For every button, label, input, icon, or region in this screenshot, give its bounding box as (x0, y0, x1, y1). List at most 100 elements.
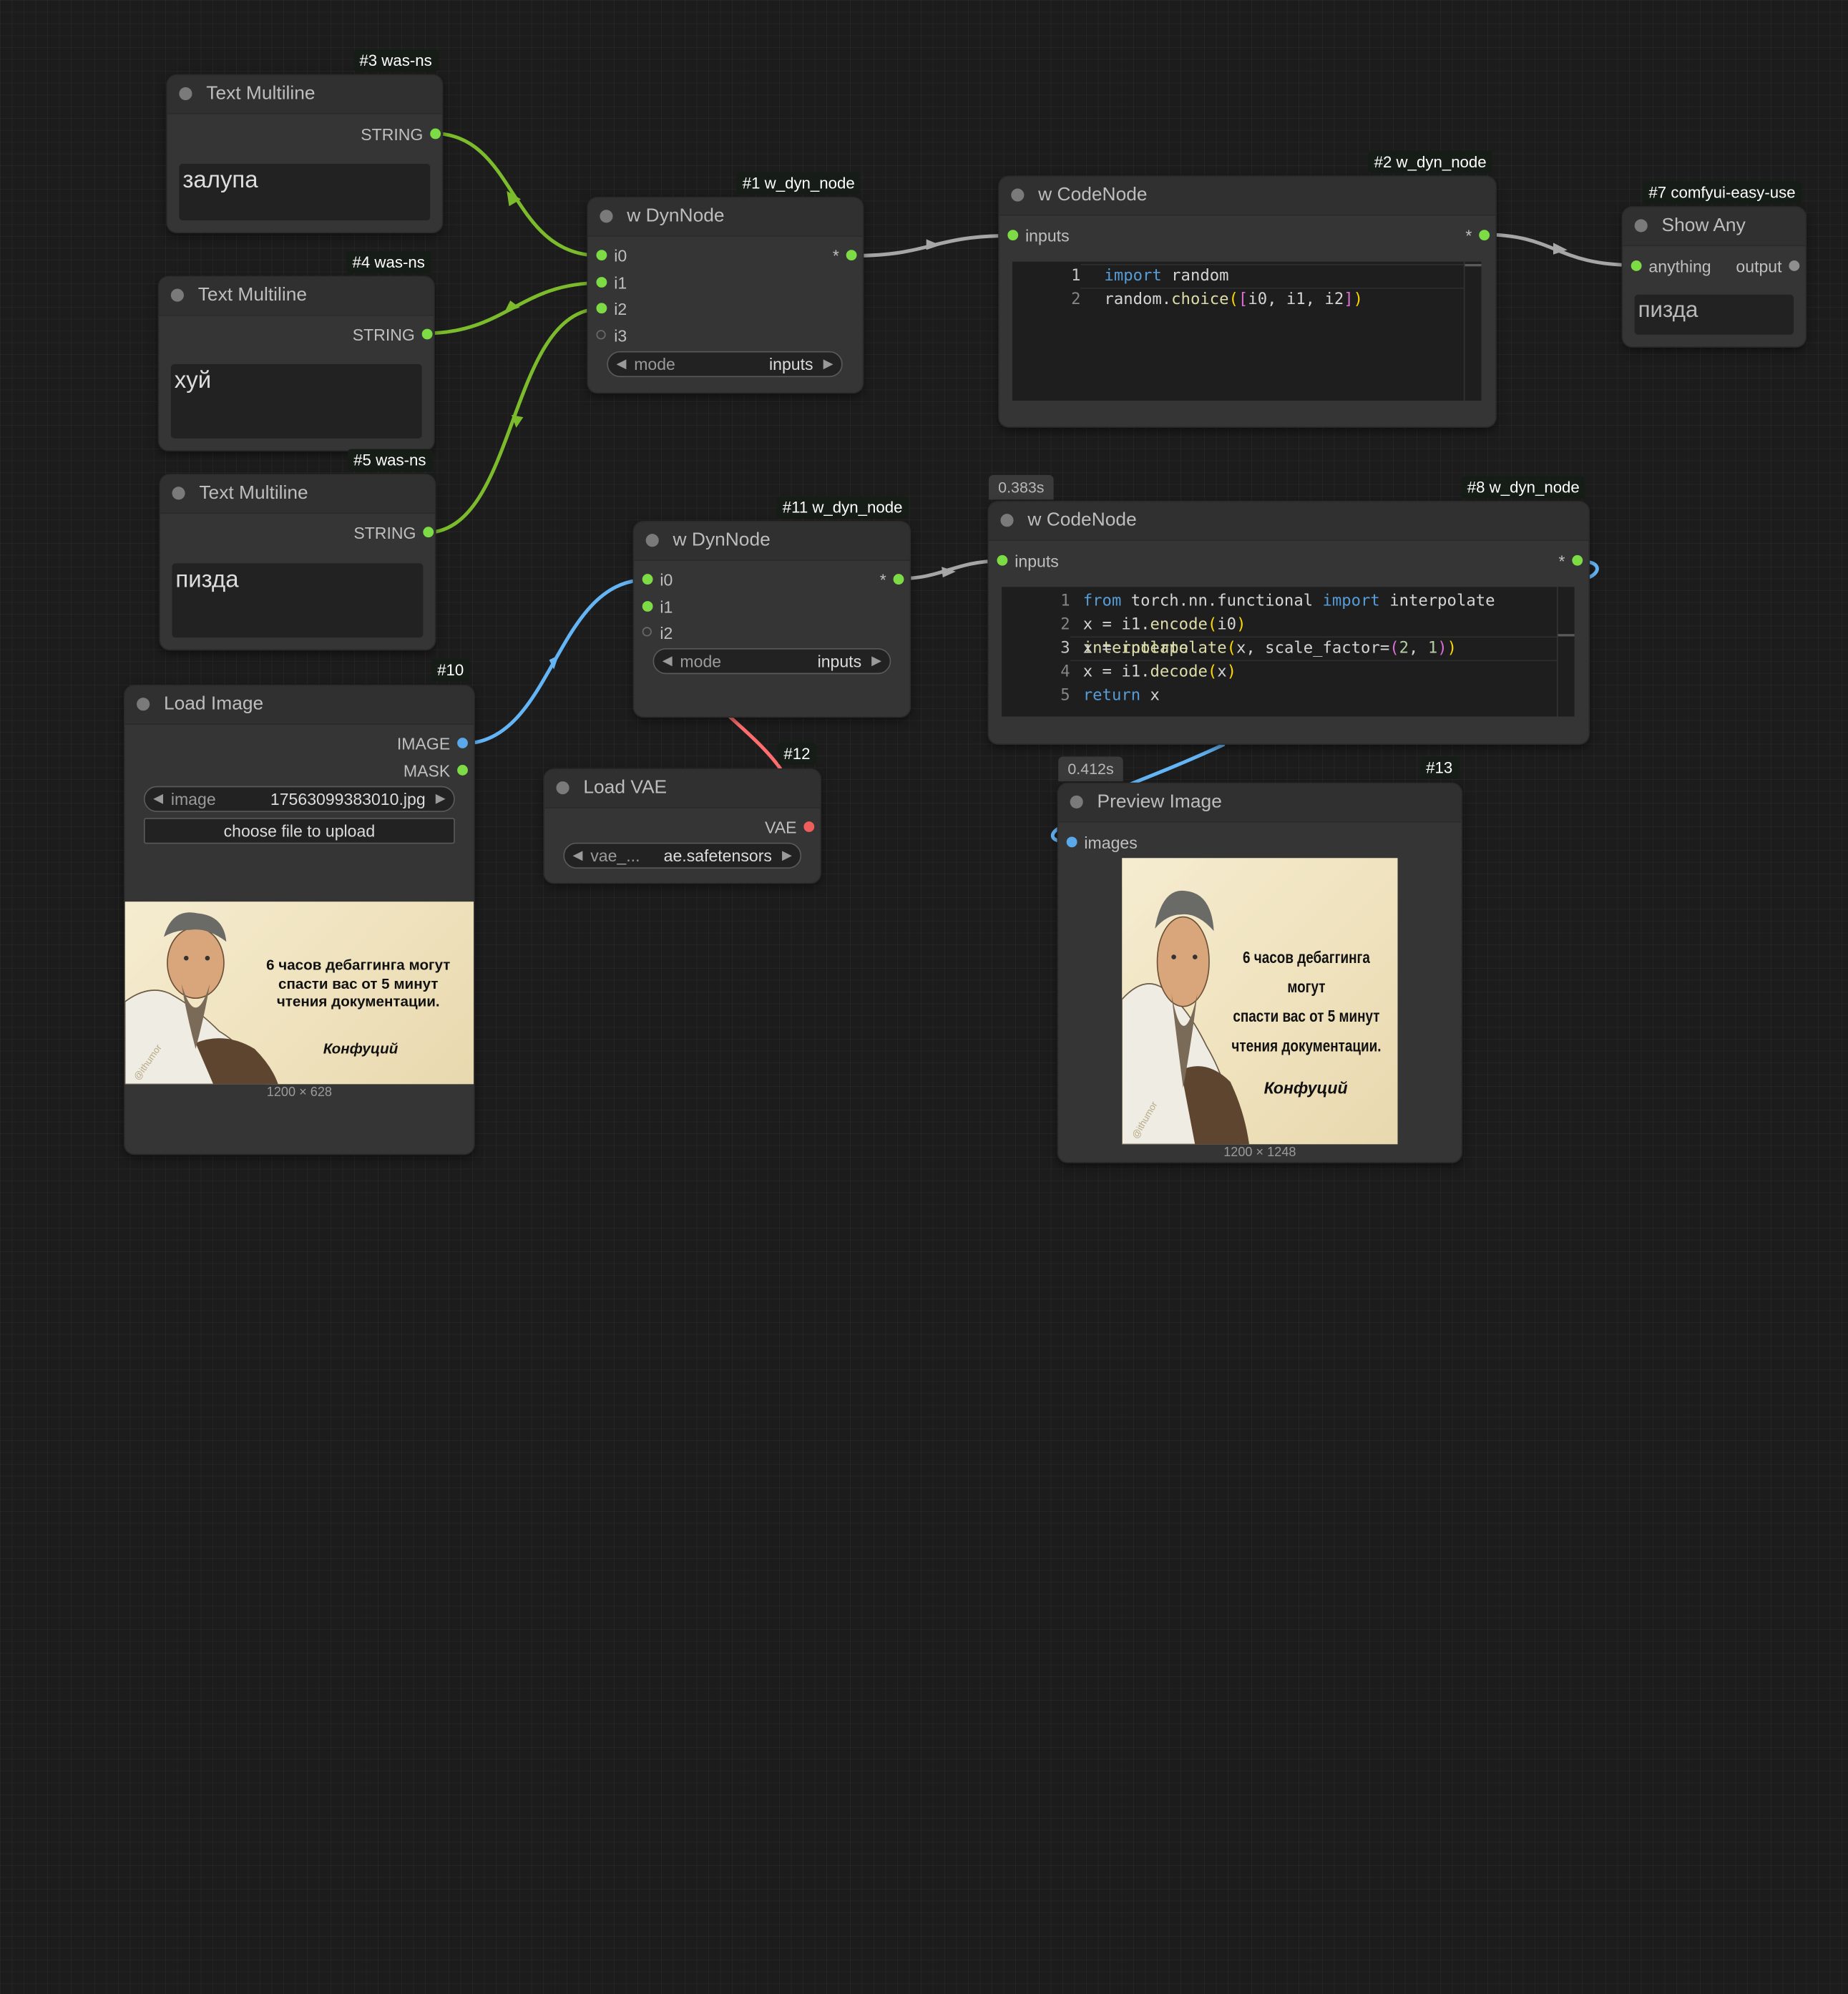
slot-dot-icon[interactable] (893, 574, 904, 585)
node-title[interactable]: Text Multiline (160, 474, 435, 514)
code-line[interactable]: import random (1104, 266, 1228, 285)
node-load-image-10[interactable]: Load Image IMAGE MASK ◀ image 1756309938… (124, 685, 474, 1154)
output-slot-any[interactable]: * (1558, 552, 1583, 570)
slot-dot-icon[interactable] (846, 250, 857, 261)
collapse-dot-icon[interactable] (170, 288, 184, 302)
slot-dot-icon[interactable] (1789, 260, 1800, 271)
input-slot-i1[interactable]: i1 (595, 273, 627, 293)
output-slot-string[interactable]: STRING (361, 125, 441, 144)
node-w-codenode-2[interactable]: w CodeNode inputs * 1 import random 2 ra… (999, 177, 1496, 427)
link-3-to-1[interactable] (429, 131, 603, 258)
node-title[interactable]: w CodeNode (999, 177, 1496, 216)
node-w-dynnode-1[interactable]: w DynNode i0 i1 i2 i3 * ◀ mode inputs ▶ (587, 197, 863, 393)
node-title[interactable]: Text Multiline (159, 277, 434, 316)
link-12-to-11[interactable] (726, 713, 782, 771)
input-slot-inputs[interactable]: inputs (1007, 226, 1070, 245)
arrow-left-icon[interactable]: ◀ (573, 847, 583, 863)
output-slot-mask[interactable]: MASK (404, 761, 469, 780)
collapse-dot-icon[interactable] (600, 210, 613, 223)
node-graph-canvas[interactable]: #3 was-ns Text Multiline STRING залупа #… (0, 0, 1848, 1994)
slot-dot-icon[interactable] (596, 277, 607, 288)
output-slot-output[interactable]: output (1736, 257, 1800, 275)
slot-dot-icon[interactable] (457, 765, 468, 776)
collapse-dot-icon[interactable] (556, 781, 569, 795)
code-line[interactable]: return x (1083, 686, 1160, 705)
code-line[interactable]: x = i1.encode(i0) (1083, 615, 1246, 634)
code-line[interactable]: x = i1.decode(x) (1083, 663, 1236, 681)
link-8-to-13-b[interactable] (1129, 743, 1226, 786)
slot-dot-icon[interactable] (596, 303, 607, 314)
collapse-dot-icon[interactable] (172, 487, 185, 500)
collapse-dot-icon[interactable] (137, 698, 150, 711)
text-multiline-field[interactable]: залупа (179, 163, 431, 221)
collapse-dot-icon[interactable] (1634, 219, 1648, 233)
code-editor[interactable]: 1 from torch.nn.functional import interp… (1002, 587, 1575, 717)
slot-dot-icon[interactable] (1007, 230, 1019, 241)
output-slot-vae[interactable]: VAE (765, 818, 816, 837)
slot-dot-icon[interactable] (642, 601, 653, 612)
text-multiline-field[interactable]: пизда (172, 563, 424, 638)
input-slot-images[interactable]: images (1065, 834, 1138, 852)
input-slot-i3[interactable]: i3 (595, 326, 627, 346)
editor-scrollbar[interactable] (1556, 587, 1575, 717)
input-slot-i0[interactable]: i0 (641, 570, 673, 590)
node-preview-image-13[interactable]: Preview Image images 6 часов дебаггинга … (1058, 783, 1462, 1163)
arrow-right-icon[interactable]: ▶ (871, 653, 881, 668)
node-title[interactable]: w DynNode (634, 522, 910, 562)
node-text-multiline-3[interactable]: Text Multiline STRING залупа (167, 75, 442, 233)
node-text-multiline-4[interactable]: Text Multiline STRING хуй (159, 277, 434, 451)
code-line[interactable]: random.choice([i0, i1, i2]) (1104, 290, 1363, 308)
code-line[interactable]: x = interpolate(x, scale_factor=(2, 1)) (1083, 639, 1457, 658)
node-title[interactable]: Text Multiline (167, 75, 442, 114)
output-slot-any[interactable]: * (880, 570, 905, 590)
slot-dot-icon[interactable] (1631, 260, 1642, 271)
collapse-dot-icon[interactable] (1011, 188, 1025, 202)
input-slot-i1[interactable]: i1 (641, 597, 673, 616)
input-slot-anything[interactable]: anything (1630, 257, 1711, 275)
node-show-any-7[interactable]: Show Any anything output пизда (1623, 207, 1806, 347)
node-title[interactable]: Load VAE (544, 769, 821, 808)
code-line[interactable]: from torch.nn.functional import interpol… (1083, 592, 1495, 610)
arrow-left-icon[interactable]: ◀ (616, 356, 626, 371)
mode-combo[interactable]: ◀ mode inputs ▶ (607, 351, 843, 378)
slot-dot-icon[interactable] (642, 627, 652, 637)
input-slot-i2[interactable]: i2 (641, 623, 673, 642)
mode-combo[interactable]: ◀ mode inputs ▶ (652, 647, 891, 675)
slot-dot-icon[interactable] (430, 128, 441, 140)
slot-dot-icon[interactable] (423, 527, 434, 538)
collapse-dot-icon[interactable] (645, 534, 659, 547)
choose-file-button[interactable]: choose file to upload (143, 818, 455, 844)
input-slot-i0[interactable]: i0 (595, 246, 627, 265)
slot-dot-icon[interactable] (596, 250, 607, 261)
node-title[interactable]: Show Any (1623, 207, 1806, 247)
node-title[interactable]: Load Image (124, 685, 474, 725)
arrow-right-icon[interactable]: ▶ (823, 356, 833, 371)
slot-dot-icon[interactable] (997, 554, 1008, 566)
output-slot-any[interactable]: * (833, 246, 858, 265)
arrow-right-icon[interactable]: ▶ (782, 847, 792, 863)
output-slot-any[interactable]: * (1465, 226, 1490, 245)
output-slot-string[interactable]: STRING (353, 523, 434, 542)
slot-dot-icon[interactable] (803, 821, 815, 832)
collapse-dot-icon[interactable] (1000, 514, 1014, 527)
show-any-text[interactable]: пизда (1634, 294, 1794, 335)
collapse-dot-icon[interactable] (1070, 795, 1083, 808)
slot-dot-icon[interactable] (1066, 836, 1077, 848)
input-slot-inputs[interactable]: inputs (996, 552, 1059, 570)
node-w-dynnode-11[interactable]: w DynNode i0 i1 i2 * ◀ mode inputs ▶ (634, 522, 910, 717)
text-multiline-field[interactable]: хуй (170, 363, 422, 439)
slot-dot-icon[interactable] (596, 330, 606, 340)
input-slot-i2[interactable]: i2 (595, 299, 627, 318)
arrow-left-icon[interactable]: ◀ (663, 653, 673, 668)
slot-dot-icon[interactable] (642, 574, 653, 585)
output-slot-string[interactable]: STRING (353, 326, 434, 344)
code-editor[interactable]: 1 import random 2 random.choice([i0, i1,… (1012, 261, 1482, 401)
node-title[interactable]: w DynNode (587, 197, 863, 238)
arrow-right-icon[interactable]: ▶ (436, 791, 446, 806)
slot-dot-icon[interactable] (1572, 554, 1583, 566)
image-combo[interactable]: ◀ image 17563099383010.jpg ▶ (143, 786, 455, 812)
node-text-multiline-5[interactable]: Text Multiline STRING пизда (160, 474, 435, 650)
arrow-left-icon[interactable]: ◀ (153, 791, 163, 806)
link-5-to-1[interactable] (424, 307, 603, 535)
vae-combo[interactable]: ◀ vae_... ae.safetensors ▶ (563, 842, 802, 869)
